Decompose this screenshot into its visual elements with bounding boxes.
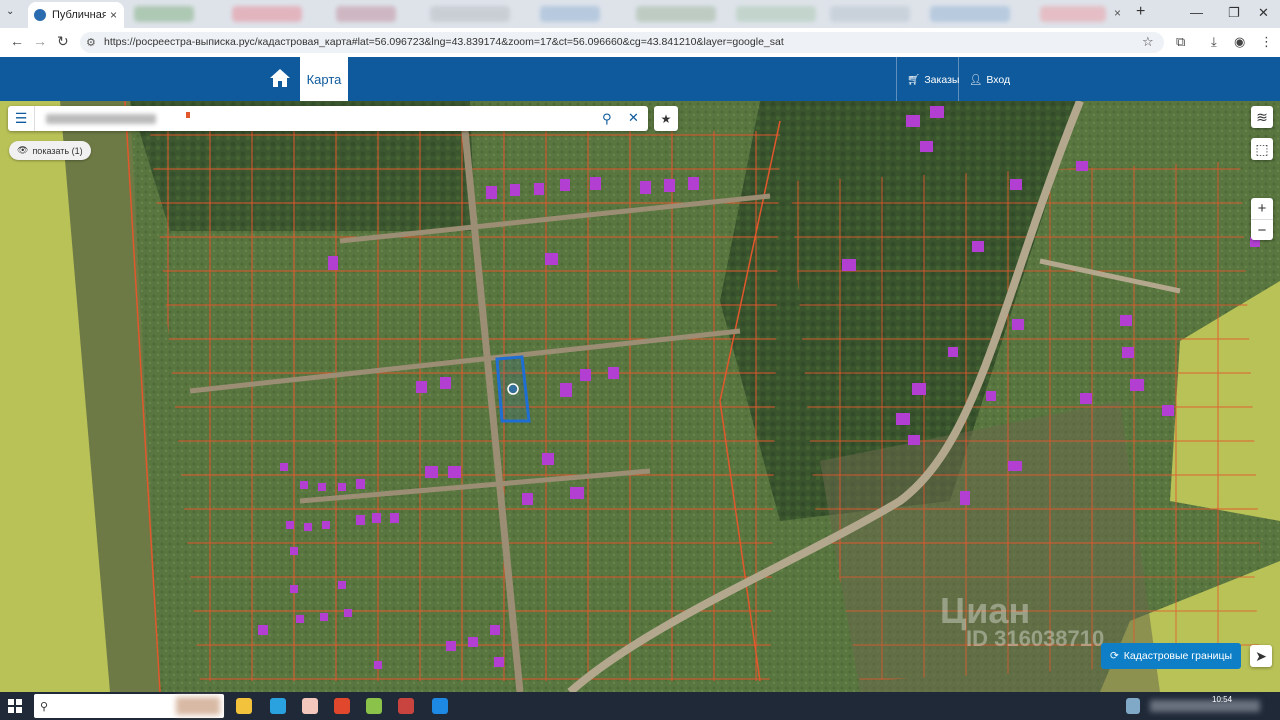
- watermark-id: ID 316038710: [966, 626, 1105, 651]
- extensions-icon[interactable]: ⧉: [1176, 34, 1185, 50]
- bookmark-star-icon[interactable]: ☆: [1142, 34, 1154, 50]
- orders-button[interactable]: 🛒︎ Заказы: [907, 73, 960, 87]
- show-parcels-button[interactable]: 👁︎ показать (1): [9, 141, 91, 160]
- app-icon[interactable]: [334, 698, 350, 714]
- browser-tab[interactable]: [430, 6, 510, 22]
- app-icon[interactable]: [302, 698, 318, 714]
- browser-tab-title: Публичная ка: [52, 9, 106, 21]
- windows-start-icon[interactable]: [8, 699, 22, 716]
- blurred-search-text: [46, 114, 156, 124]
- search-icon[interactable]: ⚲: [602, 111, 612, 127]
- close-tab-icon[interactable]: ×: [1114, 6, 1121, 20]
- system-tray[interactable]: [1150, 700, 1260, 712]
- home-icon[interactable]: [268, 67, 292, 92]
- site-favicon-icon: [34, 9, 46, 21]
- nav-tab-map[interactable]: Карта: [300, 57, 348, 101]
- zoom-in-button[interactable]: +: [1251, 198, 1273, 220]
- browser-tab[interactable]: [336, 6, 396, 22]
- browser-tab[interactable]: [540, 6, 600, 22]
- browser-tab[interactable]: [930, 6, 1010, 22]
- browser-tab[interactable]: [736, 6, 816, 22]
- close-tab-icon[interactable]: ×: [110, 8, 117, 22]
- browser-tab[interactable]: [1040, 6, 1106, 22]
- site-info-icon[interactable]: ⚙: [86, 36, 96, 49]
- menu-icon[interactable]: ☰: [8, 106, 35, 131]
- browser-tab[interactable]: [636, 6, 716, 22]
- download-icon[interactable]: ⤓: [1211, 34, 1217, 50]
- close-window-icon[interactable]: ✕: [1258, 5, 1269, 21]
- login-button[interactable]: 👤︎ Вход: [969, 73, 1011, 87]
- search-query-text[interactable]: [46, 114, 156, 124]
- cadastral-parcels: [150, 131, 780, 681]
- tab-list-icon[interactable]: ⌄: [6, 6, 14, 17]
- back-icon[interactable]: ←: [10, 33, 24, 49]
- taskbar-search-image: [176, 697, 220, 715]
- satellite-map[interactable]: [0, 101, 1280, 692]
- app-icon[interactable]: [366, 698, 382, 714]
- layers-icon[interactable]: ≋: [1251, 106, 1273, 128]
- parcel-marker-fill: [509, 385, 517, 393]
- browser-tab-active[interactable]: Публичная ка ×: [28, 2, 124, 28]
- url-text[interactable]: https://росреестра-выписка.рус/кадастров…: [104, 36, 784, 48]
- search-cursor-icon: [186, 112, 190, 118]
- eye-icon: 👁︎: [17, 145, 29, 155]
- app-icon[interactable]: [398, 698, 414, 714]
- new-tab-icon[interactable]: +: [1136, 3, 1145, 21]
- zoom-control: + −: [1251, 198, 1273, 240]
- browser-tab[interactable]: [232, 6, 302, 22]
- reload-icon[interactable]: ↻: [57, 33, 69, 50]
- restore-icon[interactable]: ❐: [1228, 5, 1240, 21]
- cadastral-boundaries-button[interactable]: ⟳ Кадастровые границы: [1101, 643, 1241, 669]
- map-canvas[interactable]: [0, 101, 1280, 692]
- taskbar-clock[interactable]: 10:54: [1212, 695, 1232, 704]
- user-icon: 👤︎: [969, 74, 983, 86]
- measure-icon[interactable]: ⬚: [1251, 138, 1273, 160]
- browser-tab[interactable]: [134, 6, 194, 22]
- site-header: [0, 57, 1280, 101]
- tray-icon[interactable]: [1126, 698, 1140, 714]
- browser-edge-icon[interactable]: [270, 698, 286, 714]
- app-icon[interactable]: [432, 698, 448, 714]
- profile-icon[interactable]: ◉: [1234, 34, 1245, 50]
- show-parcels-label: показать (1): [32, 145, 83, 156]
- zoom-out-button[interactable]: −: [1251, 220, 1273, 241]
- header-divider: [896, 57, 897, 101]
- browser-menu-icon[interactable]: ⋮: [1260, 34, 1273, 50]
- favorites-star-icon[interactable]: ★: [654, 106, 678, 131]
- taskbar-search-icon: ⚲: [40, 701, 49, 713]
- cart-icon: 🛒︎: [907, 74, 921, 86]
- cadastral-boundaries-label: Кадастровые границы: [1123, 650, 1233, 662]
- minimize-icon[interactable]: —: [1190, 5, 1203, 20]
- forward-icon[interactable]: →: [33, 33, 47, 49]
- browser-tab[interactable]: [830, 6, 910, 22]
- orders-label: Заказы: [924, 73, 960, 86]
- locate-icon[interactable]: ➤: [1250, 645, 1272, 667]
- login-label: Вход: [986, 73, 1011, 86]
- clear-search-icon[interactable]: ✕: [628, 110, 639, 126]
- file-explorer-icon[interactable]: [236, 698, 252, 714]
- refresh-icon: ⟳: [1109, 650, 1119, 662]
